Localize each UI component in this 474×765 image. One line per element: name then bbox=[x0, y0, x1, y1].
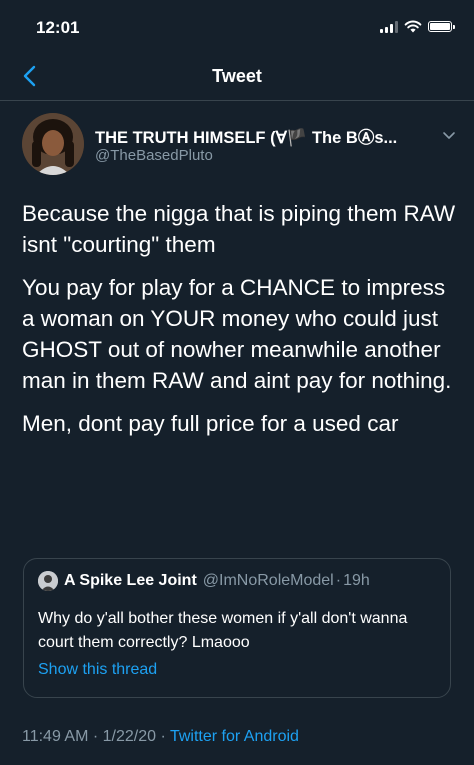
quoted-separator: · bbox=[335, 572, 342, 589]
avatar[interactable] bbox=[22, 113, 84, 175]
quoted-tweet-header: A Spike Lee Joint @ImNoRoleModel · 19h bbox=[38, 571, 370, 591]
tweet-text: Because the nigga that is piping them RA… bbox=[22, 198, 458, 451]
meta-separator: · bbox=[160, 728, 166, 745]
status-icons bbox=[380, 20, 455, 33]
quoted-tweet[interactable]: A Spike Lee Joint @ImNoRoleModel · 19h W… bbox=[23, 558, 451, 698]
dropdown-caret-icon[interactable] bbox=[442, 131, 456, 141]
tweet-paragraph: Men, dont pay full price for a used car bbox=[22, 411, 399, 436]
wifi-icon bbox=[404, 20, 422, 33]
status-bar: 12:01 bbox=[0, 0, 474, 52]
quoted-author-name: A Spike Lee Joint bbox=[64, 572, 197, 589]
battery-icon bbox=[428, 21, 455, 32]
quoted-tweet-text: Why do y'all bother these women if y'all… bbox=[38, 610, 408, 651]
meta-separator: · bbox=[92, 728, 99, 745]
tweet-date: 1/22/20 bbox=[102, 728, 157, 745]
tweet-time: 11:49 AM bbox=[22, 728, 89, 745]
tweet-header: THE TRUTH HIMSELF (∀🏴 The BⒶs... @TheBas… bbox=[0, 113, 474, 183]
tweet-source-link[interactable]: Twitter for Android bbox=[170, 728, 299, 745]
author-handle[interactable]: @TheBasedPluto bbox=[95, 147, 213, 164]
author-name[interactable]: THE TRUTH HIMSELF (∀🏴 The BⒶs... bbox=[95, 124, 397, 148]
tweet-metadata: 11:49 AM · 1/22/20 · Twitter for Android bbox=[22, 728, 299, 746]
quoted-time: 19h bbox=[343, 572, 370, 589]
navigation-bar: Tweet bbox=[0, 52, 474, 101]
page-title: Tweet bbox=[212, 66, 262, 86]
show-thread-link[interactable]: Show this thread bbox=[38, 661, 157, 679]
quoted-avatar bbox=[38, 571, 58, 591]
quoted-author-handle: @ImNoRoleModel bbox=[202, 572, 334, 589]
cellular-signal-icon bbox=[380, 20, 398, 33]
status-time: 12:01 bbox=[36, 18, 80, 37]
tweet-paragraph: You pay for play for a CHANCE to impress… bbox=[22, 275, 452, 393]
tweet-paragraph: Because the nigga that is piping them RA… bbox=[22, 201, 456, 257]
